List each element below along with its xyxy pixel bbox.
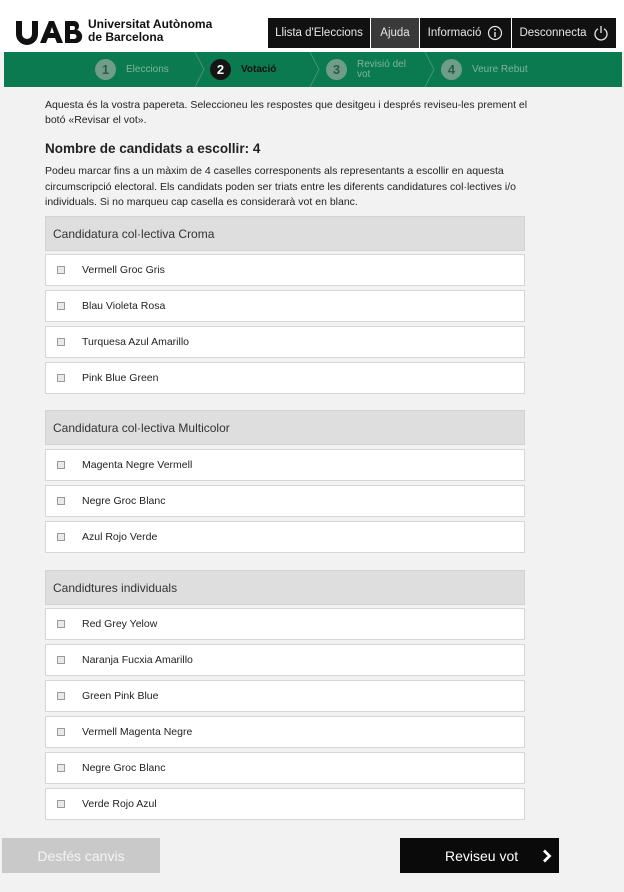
candidates-count-title: Nombre de candidats a escollir: 4 — [45, 141, 261, 156]
university-name: Universitat Autònoma de Barcelona — [88, 18, 212, 44]
candidate-checkbox[interactable] — [57, 800, 65, 808]
candidate-checkbox[interactable] — [57, 461, 65, 469]
candidate-option[interactable]: Vermell Magenta Negre — [45, 716, 525, 748]
candidate-option[interactable]: Negre Groc Blanc — [45, 752, 525, 784]
candidate-checkbox[interactable] — [57, 533, 65, 541]
candidate-label: Pink Blue Green — [82, 372, 159, 384]
candidate-option[interactable]: Azul Rojo Verde — [45, 521, 525, 553]
candidate-checkbox[interactable] — [57, 656, 65, 664]
step-voting: 2 Votació — [210, 52, 276, 87]
uab-logo[interactable]: Universitat Autònoma de Barcelona — [14, 14, 212, 48]
step-elections[interactable]: 1 Eleccions — [95, 52, 169, 87]
candidate-option[interactable]: Verde Rojo Azul — [45, 788, 525, 820]
undo-changes-button[interactable]: Desfés canvis — [2, 838, 160, 873]
step-label: Revisió del vot — [357, 58, 406, 80]
candidate-checkbox[interactable] — [57, 620, 65, 628]
help-label: Ajuda — [380, 27, 410, 39]
undo-changes-label: Desfés canvis — [37, 847, 125, 864]
step-label: Votació — [241, 63, 277, 75]
elections-list-label: Llista d'Eleccions — [275, 27, 363, 39]
step-number: 3 — [326, 59, 347, 80]
candidate-label: Vermell Groc Gris — [82, 264, 165, 276]
ballot-instructions: Podeu marcar fins a un màxim de 4 casell… — [45, 165, 516, 208]
step-number: 1 — [95, 59, 116, 80]
review-vote-label: Reviseu vot — [445, 848, 519, 864]
logout-button[interactable]: Desconnecta — [512, 18, 616, 48]
candidate-label: Naranja Fucxia Amarillo — [82, 654, 193, 666]
candidate-label: Magenta Negre Vermell — [82, 459, 193, 471]
chevron-right-outline-icon — [309, 52, 320, 87]
information-button[interactable]: Informació — [420, 18, 511, 48]
candidate-option[interactable]: Naranja Fucxia Amarillo — [45, 644, 525, 676]
candidate-option[interactable]: Red Grey Yelow — [45, 608, 525, 640]
candidate-option[interactable]: Vermell Groc Gris — [45, 254, 525, 286]
group-title: Candidatura col·lectiva Multicolor — [53, 420, 230, 435]
group-header-individuals: Candidtures individuals — [45, 570, 525, 605]
uab-logo-mark — [14, 14, 84, 48]
group-header-croma: Candidatura col·lectiva Croma — [45, 216, 525, 251]
candidate-label: Azul Rojo Verde — [82, 531, 158, 543]
candidate-label: Negre Groc Blanc — [82, 762, 166, 774]
candidate-label: Verde Rojo Azul — [82, 798, 157, 810]
elections-list-button[interactable]: Llista d'Eleccions — [268, 18, 370, 48]
candidate-option[interactable]: Negre Groc Blanc — [45, 485, 525, 517]
candidate-checkbox[interactable] — [57, 692, 65, 700]
information-label: Informació — [427, 27, 482, 39]
info-circle-icon — [488, 25, 503, 41]
candidate-label: Vermell Magenta Negre — [82, 726, 193, 738]
group-title: Candidatura col·lectiva Croma — [53, 226, 215, 241]
review-vote-button[interactable]: Reviseu vot — [400, 838, 559, 873]
chevron-right-outline-icon — [194, 52, 205, 87]
group-header-multicolor: Candidatura col·lectiva Multicolor — [45, 410, 525, 445]
candidate-checkbox[interactable] — [57, 302, 65, 310]
candidate-option[interactable]: Pink Blue Green — [45, 362, 525, 394]
group-title: Candidtures individuals — [53, 580, 178, 595]
candidate-label: Green Pink Blue — [82, 690, 159, 702]
help-button[interactable]: Ajuda — [371, 18, 419, 48]
chevron-right-outline-icon — [424, 52, 435, 87]
chevron-right-icon — [543, 849, 552, 863]
step-receipt: 4 Veure Rebut — [441, 52, 528, 87]
candidate-label: Turquesa Azul Amarillo — [82, 336, 189, 348]
candidate-option[interactable]: Blau Violeta Rosa — [45, 290, 525, 322]
power-icon — [593, 26, 608, 41]
ballot-intro-text: Aquesta és la vostra papereta. Seleccion… — [45, 99, 528, 126]
candidate-option[interactable]: Green Pink Blue — [45, 680, 525, 712]
step-label: Veure Rebut — [472, 63, 528, 75]
app-header: Universitat Autònoma de Barcelona Llista… — [0, 0, 624, 52]
candidate-label: Negre Groc Blanc — [82, 495, 166, 507]
step-label-line2: vot — [357, 68, 371, 80]
candidate-option[interactable]: Magenta Negre Vermell — [45, 449, 525, 481]
step-number: 4 — [441, 59, 462, 80]
candidate-checkbox[interactable] — [57, 497, 65, 505]
candidate-checkbox[interactable] — [57, 338, 65, 346]
candidate-checkbox[interactable] — [57, 374, 65, 382]
candidate-option[interactable]: Turquesa Azul Amarillo — [45, 326, 525, 358]
candidate-checkbox[interactable] — [57, 266, 65, 274]
step-label: Eleccions — [126, 63, 169, 75]
step-number: 2 — [210, 59, 231, 80]
candidate-checkbox[interactable] — [57, 764, 65, 772]
candidate-checkbox[interactable] — [57, 728, 65, 736]
progress-steps: 1 Eleccions 2 Votació 3 Revisió del vot … — [4, 52, 622, 87]
logout-label: Desconnecta — [519, 27, 587, 39]
candidate-label: Red Grey Yelow — [82, 618, 158, 630]
step-label-line1: Revisió del — [357, 58, 406, 70]
university-name-line2: de Barcelona — [88, 30, 164, 44]
step-review: 3 Revisió del vot — [326, 52, 406, 87]
candidate-label: Blau Violeta Rosa — [82, 300, 166, 312]
